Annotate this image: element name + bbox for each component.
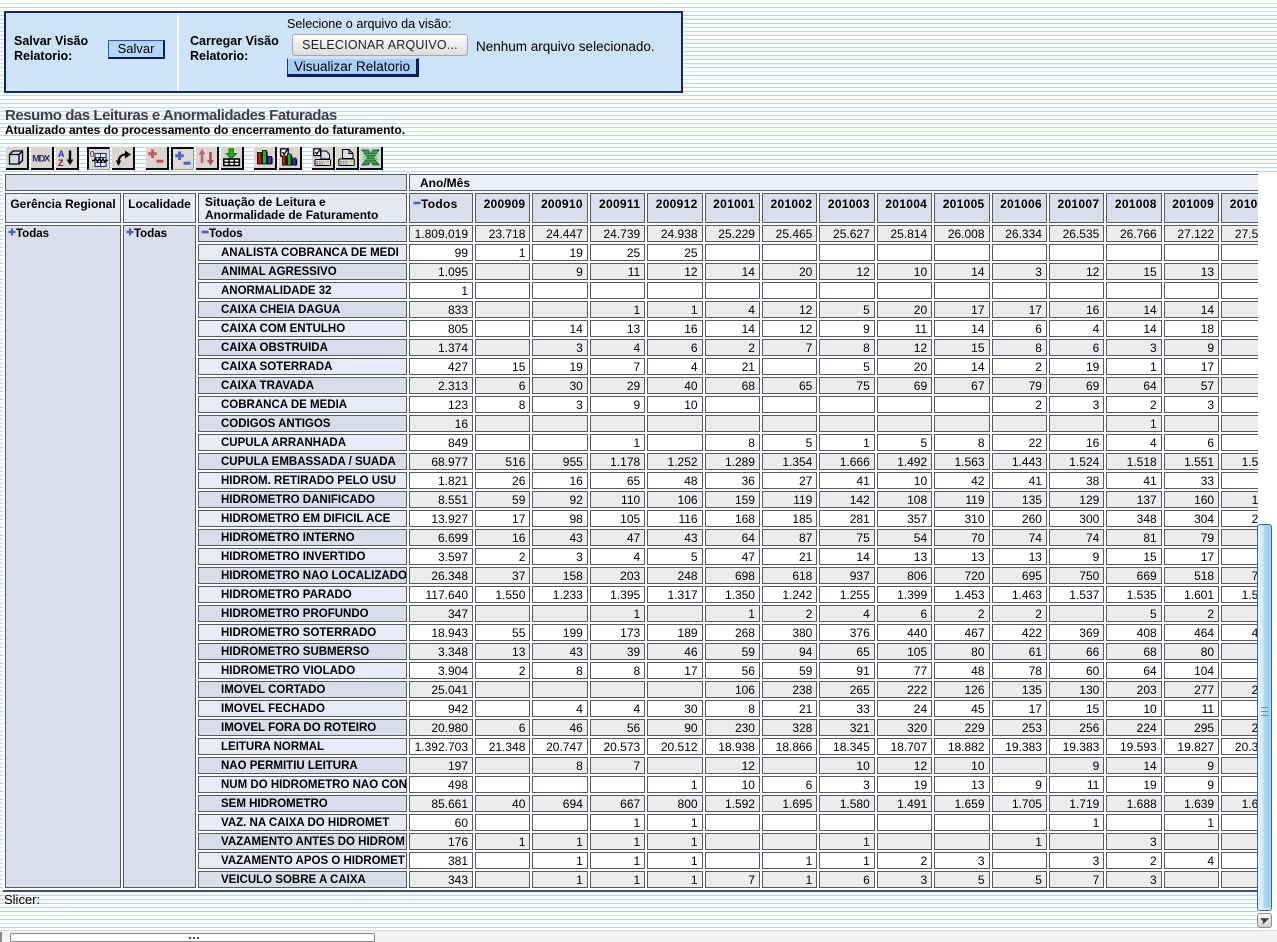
svg-text:Z: Z	[58, 158, 64, 167]
svg-text:MDX: MDX	[32, 154, 51, 164]
svg-text:0: 0	[90, 150, 95, 159]
